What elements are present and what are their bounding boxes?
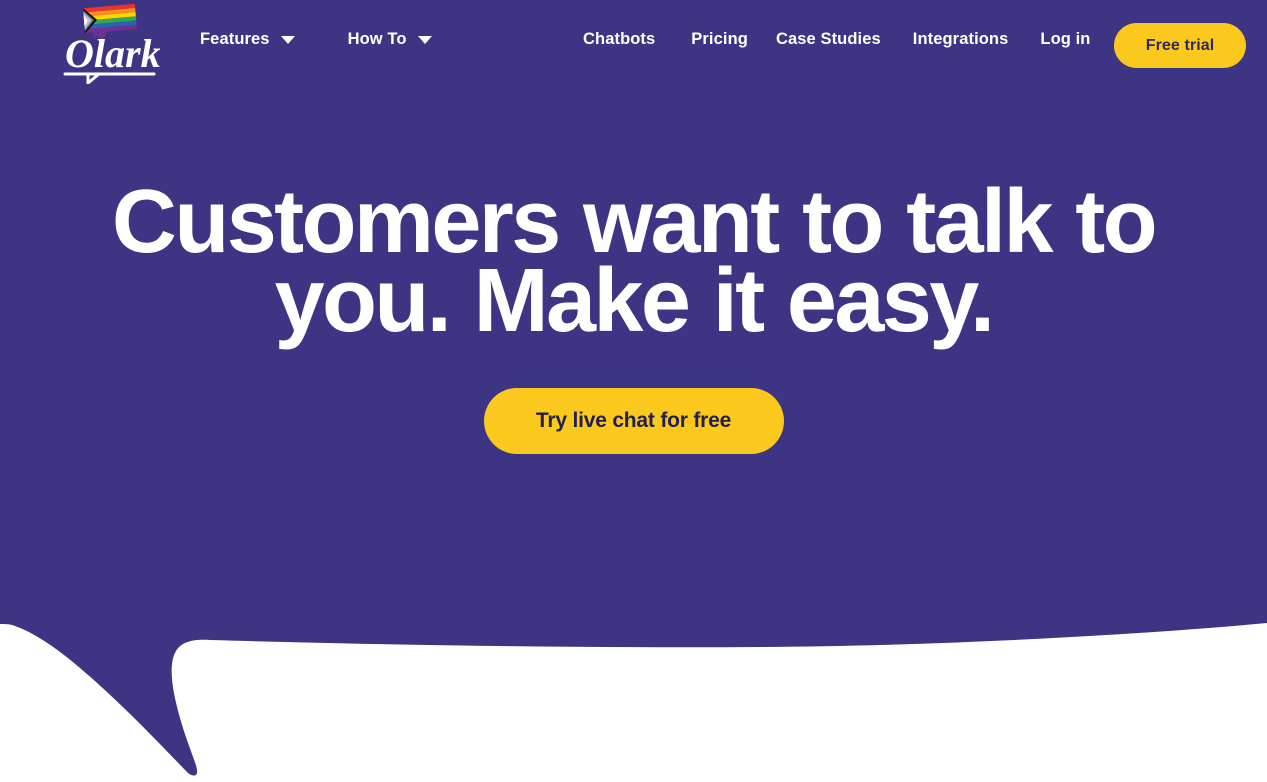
site-header: Olark Features How To Chatbots Pricing C… (0, 0, 1267, 92)
nav-spacer (748, 39, 776, 40)
nav-item-how-to[interactable]: How To (348, 31, 432, 48)
headline-line-2: you. Make it easy. (274, 251, 995, 351)
nav-item-pricing[interactable]: Pricing (691, 31, 748, 48)
hero-cta-wrapper: Try live chat for free (483, 388, 784, 454)
nav-item-how-to-label: How To (347, 30, 407, 48)
nav-item-case-studies[interactable]: Case Studies (776, 31, 881, 48)
page-root: Olark Features How To Chatbots Pricing C… (0, 0, 1267, 782)
chevron-down-icon (417, 36, 432, 45)
nav-spacer (655, 39, 691, 40)
nav-item-log-in[interactable]: Log in (1040, 31, 1090, 48)
primary-nav-right: Chatbots Pricing Case Studies Integratio… (583, 31, 1090, 48)
olark-logo[interactable]: Olark (62, 4, 160, 84)
try-live-chat-button[interactable]: Try live chat for free (483, 388, 784, 454)
chevron-down-icon (280, 36, 295, 45)
nav-spacer (1008, 39, 1040, 40)
nav-item-features-label: Features (200, 30, 270, 48)
olark-wordmark: Olark (65, 31, 160, 76)
free-trial-button[interactable]: Free trial (1114, 23, 1246, 68)
nav-item-features[interactable]: Features (200, 31, 295, 48)
nav-item-integrations[interactable]: Integrations (913, 31, 1009, 48)
nav-item-chatbots[interactable]: Chatbots (583, 31, 655, 48)
primary-nav-left: Features How To (200, 31, 432, 48)
nav-spacer (881, 39, 913, 40)
page-title: Customers want to talk to you. Make it e… (84, 177, 1184, 351)
